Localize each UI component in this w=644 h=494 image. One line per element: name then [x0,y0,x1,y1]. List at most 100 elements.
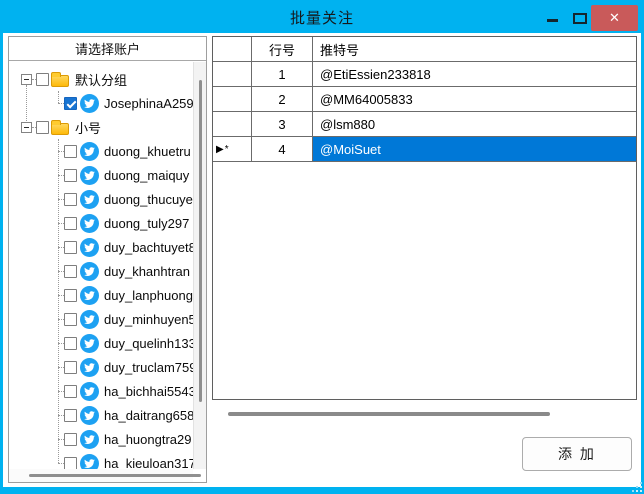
folder-icon [51,75,69,87]
table-horizontal-scrollbar[interactable] [228,412,550,416]
tree-account-row[interactable]: duong_khuetru [9,139,193,163]
tree-group-label: 小号 [75,118,101,137]
dialog-window: 批量关注 ✕ 请选择账户 默认分组JosephinaA259小号duong_kh… [0,0,644,494]
account-checkbox[interactable] [64,337,77,350]
twitter-icon [80,214,99,233]
twitter-icon [80,358,99,377]
tree-account-label: duy_quelinh133 [104,336,193,351]
tree-account-label: duy_khanhtran [104,264,190,279]
tree-account-row[interactable]: ha_huongtra29 [9,427,193,451]
account-checkbox[interactable] [64,457,77,470]
tree-account-label: ha_daitrang658 [104,408,193,423]
twitter-icon [80,454,99,470]
twitter-icon [80,94,99,113]
tree-account-row[interactable]: duy_bachtuyet8 [9,235,193,259]
tree-account-label: duy_lanphuong [104,288,193,303]
tree-account-row[interactable]: JosephinaA259 [9,91,193,115]
row-selector-cell[interactable]: ▶* [213,137,252,161]
tree-expander-icon[interactable] [21,122,32,133]
account-checkbox[interactable] [64,241,77,254]
twitter-icon [80,310,99,329]
twitter-handle-cell[interactable]: @EtiEssien233818 [313,62,636,86]
tree-account-label: duy_minhuyen5 [104,312,193,327]
twitter-handle-cell[interactable]: @MM64005833 [313,87,636,111]
table-header-rowno: 行号 [252,37,313,61]
table-header-row: 行号 推特号 [213,37,636,62]
add-button[interactable]: 添 加 [522,437,632,471]
tree-account-row[interactable]: duong_thucuye [9,187,193,211]
close-icon: ✕ [609,10,620,26]
tree-account-row[interactable]: duy_minhuyen5 [9,307,193,331]
dialog-content: 请选择账户 默认分组JosephinaA259小号duong_khuetrudu… [3,33,641,487]
tree-vertical-scrollbar-thumb[interactable] [199,80,202,402]
tree-account-label: duong_maiquy [104,168,189,183]
tree-account-label: ha_kieuloan317 [104,456,193,470]
group-checkbox[interactable] [36,121,49,134]
tree-account-row[interactable]: duong_tuly297 [9,211,193,235]
table-row[interactable]: 2@MM64005833 [213,87,636,112]
account-checkbox[interactable] [64,217,77,230]
account-checkbox[interactable] [64,193,77,206]
tree-horizontal-scrollbar[interactable] [9,469,193,482]
account-checkbox[interactable] [64,361,77,374]
minimize-button[interactable] [547,19,558,22]
tree-account-label: duong_khuetru [104,144,191,159]
account-tree-panel: 请选择账户 默认分组JosephinaA259小号duong_khuetrudu… [8,36,207,483]
maximize-button[interactable] [573,13,587,24]
resize-grip-icon[interactable] [631,481,643,493]
account-checkbox[interactable] [64,433,77,446]
group-checkbox[interactable] [36,73,49,86]
row-number-cell: 1 [252,62,313,86]
tree-group-row[interactable]: 小号 [9,115,193,139]
twitter-icon [80,262,99,281]
account-tree: 默认分组 JosephinaA259小号duong_khuetru duong_ma… [9,62,193,469]
tree-account-row[interactable]: duy_khanhtran [9,259,193,283]
window-title: 批量关注 [0,7,644,28]
row-number-cell: 2 [252,87,313,111]
twitter-handle-cell[interactable]: @lsm880 [313,112,636,136]
table-row[interactable]: 1@EtiEssien233818 [213,62,636,87]
twitter-icon [80,382,99,401]
account-checkbox[interactable] [64,265,77,278]
row-selector-cell[interactable] [213,62,252,86]
twitter-icon [80,238,99,257]
account-checkbox[interactable] [64,385,77,398]
tree-account-row[interactable]: ha_kieuloan317 [9,451,193,469]
tree-account-label: duy_truclam759 [104,360,193,375]
tree-account-label: duy_bachtuyet8 [104,240,193,255]
tree-account-row[interactable]: ha_daitrang658 [9,403,193,427]
table-header-selector [213,37,252,61]
tree-account-row[interactable]: ha_bichhai5543 [9,379,193,403]
tree-account-label: duong_thucuye [104,192,193,207]
account-checkbox[interactable] [64,145,77,158]
twitter-icon [80,166,99,185]
twitter-icon [80,334,99,353]
tree-account-row[interactable]: duy_lanphuong [9,283,193,307]
row-selector-cell[interactable] [213,112,252,136]
table-row[interactable]: ▶*4@MoiSuet [213,137,636,162]
tree-account-row[interactable]: duong_maiquy [9,163,193,187]
tree-vertical-scrollbar[interactable] [193,62,206,469]
twitter-icon [80,406,99,425]
titlebar[interactable]: 批量关注 ✕ [0,0,644,33]
accounts-table: 行号 推特号 1@EtiEssien2338182@MM640058333@ls… [212,36,637,400]
table-row[interactable]: 3@lsm880 [213,112,636,137]
tree-horizontal-scrollbar-thumb[interactable] [29,474,201,477]
twitter-handle-cell[interactable]: @MoiSuet [313,137,636,161]
account-checkbox[interactable] [64,289,77,302]
twitter-icon [80,142,99,161]
row-selector-cell[interactable] [213,87,252,111]
tree-expander-icon[interactable] [21,74,32,85]
tree-group-row[interactable]: 默认分组 [9,67,193,91]
tree-account-row[interactable]: duy_quelinh133 [9,331,193,355]
tree-account-label: ha_bichhai5543 [104,384,193,399]
account-checkbox[interactable] [64,313,77,326]
account-checkbox[interactable] [64,409,77,422]
twitter-icon [80,190,99,209]
tree-account-row[interactable]: duy_truclam759 [9,355,193,379]
account-checkbox[interactable] [64,97,77,110]
account-checkbox[interactable] [64,169,77,182]
close-button[interactable]: ✕ [591,5,638,31]
tree-account-label: JosephinaA259 [104,96,193,111]
tree-group-label: 默认分组 [75,70,127,89]
